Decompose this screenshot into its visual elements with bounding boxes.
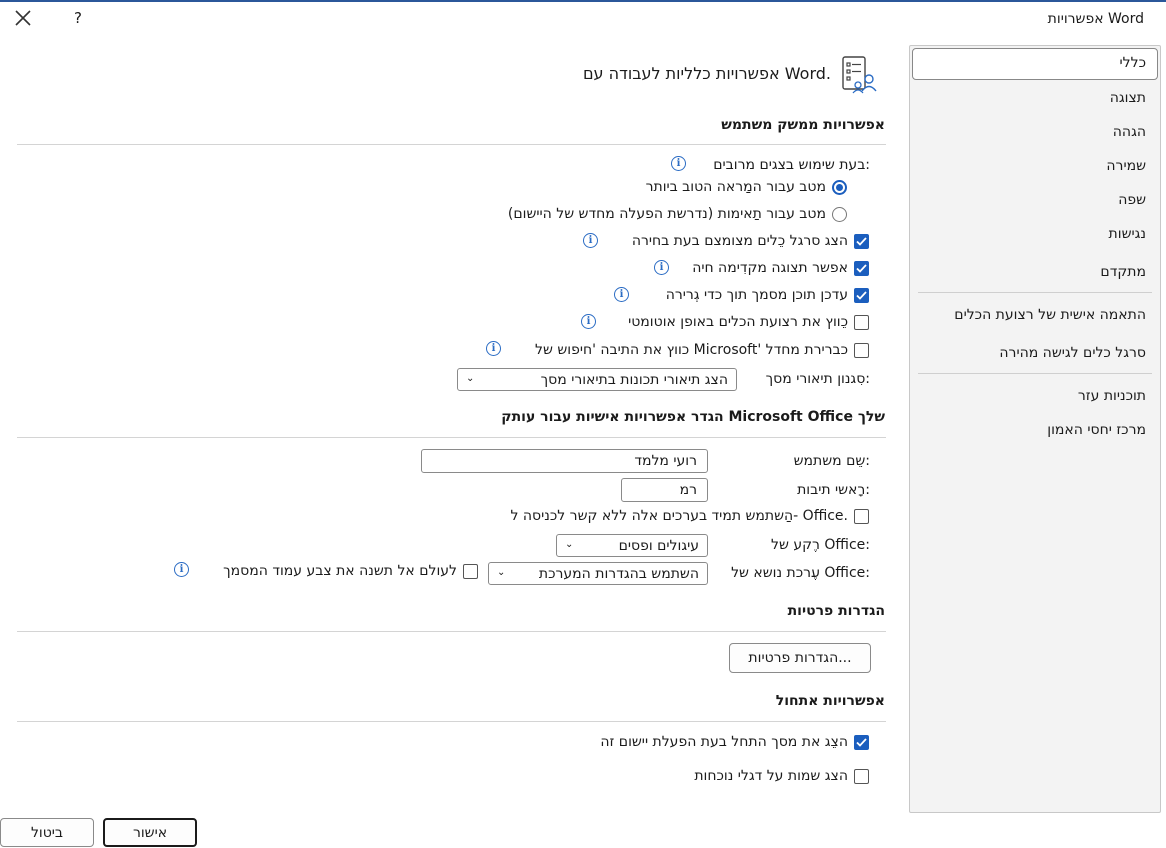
checkbox-collapse-ribbon[interactable] (854, 315, 869, 330)
username-input[interactable]: רועי מלמד (421, 449, 708, 473)
title-bar-accent-line (0, 0, 1166, 2)
checkbox-show-presence-names[interactable] (854, 769, 869, 784)
checkbox-mini-toolbar[interactable] (854, 234, 869, 249)
section-title-ui-options: אפשרויות ממשק משתמש (721, 117, 885, 133)
window-title: אפשרויות Word (1047, 11, 1144, 27)
nav-item-trust-center[interactable]: מרכז יחסי האמון (1047, 422, 1146, 438)
nav-item-quick-access-toolbar[interactable]: סרגל כלים לגישה מהירה (999, 345, 1146, 361)
checkbox-live-preview-label: אפשר תצוגה מקדִימה חיה (692, 260, 848, 276)
checkbox-mini-toolbar-label: הצג סרגל כֵלים מצומצם בעת בחירה (631, 233, 848, 249)
office-theme-select[interactable]: ⌄ השתמש בהגדרות המערכת (488, 562, 708, 585)
checkmark-icon (856, 291, 867, 300)
section-divider (17, 144, 886, 145)
office-theme-label: עֶרכת נושא של Office: (731, 565, 870, 581)
nav-item-accessibility[interactable]: נגישות (1109, 226, 1146, 242)
nav-item-language[interactable]: שפה (1118, 192, 1146, 208)
section-title-startup: אפשרויות אתחול (775, 693, 885, 709)
checkbox-never-change-page-color-label: לעולם אל תשנה את צבע עמוד המסמך (223, 563, 457, 579)
options-nav-panel: כללי תצוגה הגהה שמירה שפה נגישות מתקדם ה… (909, 45, 1161, 813)
checkbox-always-use-values-label: הַשתמש תמיד בערכים אלה ללא קשר לכניסה ל-… (510, 508, 848, 524)
radio-compatibility[interactable] (832, 207, 847, 222)
ok-button[interactable]: אישור (103, 818, 197, 847)
section-divider (17, 631, 886, 632)
screentip-style-label: סִגנון תיאורי מסך: (765, 371, 870, 387)
page-title: אפשרויות כלליות לעבודה עם Word. (582, 64, 831, 83)
checkbox-update-while-dragging-label: עדכן תוכן מסמך תוך כדי גְרירה (665, 287, 848, 303)
office-background-label: רֶקע של Office: (771, 537, 870, 553)
checkbox-update-while-dragging[interactable] (854, 288, 869, 303)
checkmark-icon (856, 738, 867, 747)
initials-label: רָאשי תיבות: (797, 482, 870, 498)
office-background-select[interactable]: ⌄ עיגולים ופסים (556, 534, 708, 557)
checkmark-icon (856, 237, 867, 246)
close-icon[interactable] (13, 8, 33, 28)
info-icon[interactable]: i (581, 314, 596, 329)
cancel-button[interactable]: ביטול (0, 818, 94, 847)
privacy-settings-button[interactable]: הגדרות פרטיות... (729, 643, 871, 673)
info-icon[interactable]: i (654, 260, 669, 275)
checkbox-show-presence-names-label: הצג שמות על דגלי נוכחות (694, 768, 848, 784)
info-icon[interactable]: i (486, 341, 501, 356)
nav-item-display[interactable]: תצוגה (1110, 90, 1146, 106)
nav-item-save[interactable]: שמירה (1106, 158, 1146, 174)
checkbox-show-start-screen[interactable] (854, 735, 869, 750)
nav-item-customize-ribbon[interactable]: התאמה אישית של רצועת הכלים (954, 307, 1146, 323)
checkbox-collapse-search-label: כווץ את התיבה 'חיפוש של Microsoft' כבריר… (535, 342, 848, 358)
checkbox-show-start-screen-label: הצֵג את מסך התחל בעת הפעלת יישום זה (600, 734, 848, 750)
checkbox-never-change-page-color[interactable] (463, 564, 478, 579)
nav-divider (918, 373, 1152, 374)
checkbox-live-preview[interactable] (854, 261, 869, 276)
section-title-personalize: הגדר אפשרויות אישיות עבור עותק Microsoft… (501, 409, 885, 425)
section-divider (17, 437, 886, 438)
nav-item-general[interactable]: כללי (1120, 55, 1146, 71)
initials-input[interactable]: רמ (621, 478, 708, 502)
nav-divider (918, 292, 1152, 293)
chevron-down-icon: ⌄ (466, 373, 475, 384)
checkbox-collapse-ribbon-label: כֵווץ את רצועת הכלים באופן אוטומטי (628, 314, 848, 330)
radio-best-appearance-label: מטב עבור המַראה הטוב ביותר (645, 179, 826, 195)
nav-item-proofing[interactable]: הגהה (1113, 124, 1146, 140)
info-icon[interactable]: i (614, 287, 629, 302)
multi-display-label: בעת שימוש בצגים מרובים: (713, 157, 870, 173)
screentip-style-value: הצג תיאורי תכונות בתיאורי מסך (540, 371, 728, 388)
radio-compatibility-label: מטב עבור תַאימות (נדרשת הפעלה מחדש של הי… (507, 206, 826, 222)
nav-item-add-ins[interactable]: תוכניות עזר (1078, 388, 1146, 404)
checkmark-icon (856, 264, 867, 273)
radio-best-appearance[interactable] (832, 180, 847, 195)
chevron-down-icon: ⌄ (565, 539, 574, 550)
info-icon[interactable]: i (174, 562, 189, 577)
chevron-down-icon: ⌄ (497, 567, 506, 578)
general-options-icon (838, 55, 878, 95)
username-label: שֵם משתמש: (793, 453, 870, 469)
office-background-value: עיגולים ופסים (618, 537, 699, 554)
screentip-style-select[interactable]: ⌄ הצג תיאורי תכונות בתיאורי מסך (457, 368, 737, 391)
info-icon[interactable]: i (671, 156, 686, 171)
office-theme-value: השתמש בהגדרות המערכת (538, 565, 699, 582)
help-icon[interactable]: ? (74, 9, 82, 27)
checkbox-collapse-search[interactable] (854, 343, 869, 358)
checkbox-always-use-values[interactable] (854, 509, 869, 524)
section-divider (17, 721, 886, 722)
info-icon[interactable]: i (583, 233, 598, 248)
section-title-privacy: הגדרות פרטיות (787, 603, 885, 619)
nav-item-advanced[interactable]: מתקדם (1100, 264, 1146, 280)
